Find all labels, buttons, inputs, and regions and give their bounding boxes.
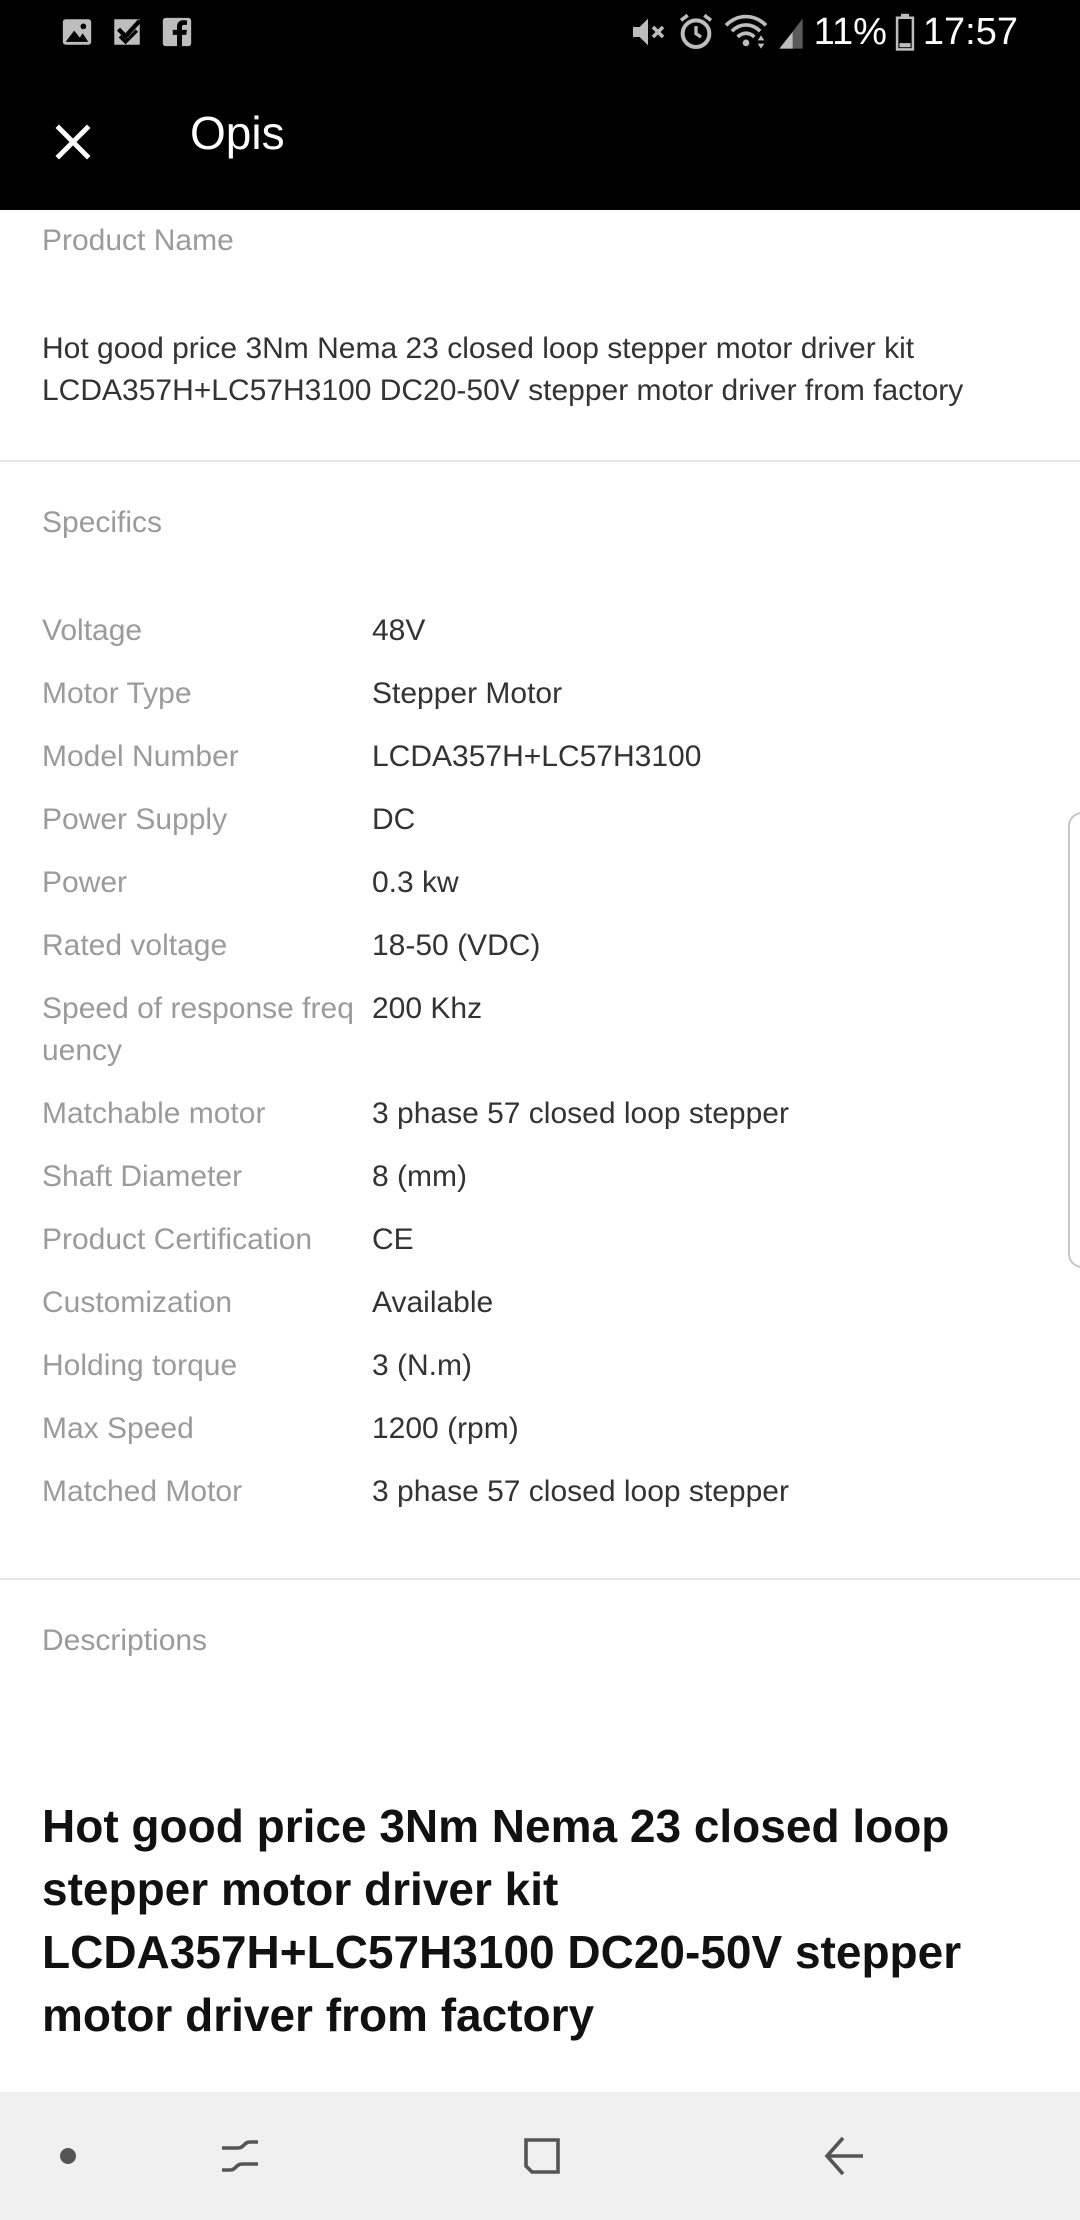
spec-value: Available bbox=[372, 1286, 494, 1319]
spec-value: 48V bbox=[372, 614, 426, 647]
system-icons: 11% 17:57 bbox=[628, 10, 1018, 54]
page-title: Opis bbox=[190, 107, 285, 159]
description-content[interactable]: Product Name Hot good price 3Nm Nema 23 … bbox=[0, 210, 1080, 2092]
close-icon[interactable] bbox=[52, 121, 94, 163]
spec-value: 200 Khz bbox=[372, 992, 483, 1025]
wifi-icon bbox=[724, 14, 767, 49]
spec-row-model-number: Model Number LCDA357H+LC57H3100 bbox=[42, 736, 1042, 799]
spec-key: Power bbox=[42, 866, 128, 899]
edge-panel-handle[interactable] bbox=[1068, 812, 1080, 1268]
product-name: Hot good price 3Nm Nema 23 closed loop s… bbox=[42, 332, 964, 407]
spec-row-matched-motor: Matched Motor 3 phase 57 closed loop ste… bbox=[42, 1471, 1042, 1534]
spec-value: 0.3 kw bbox=[372, 866, 459, 899]
spec-row-voltage: Voltage 48V bbox=[42, 610, 1042, 673]
back-button[interactable] bbox=[815, 2126, 875, 2186]
close-button[interactable] bbox=[40, 109, 106, 175]
navigation-bar bbox=[0, 2092, 1080, 2220]
spec-value: Stepper Motor bbox=[372, 677, 563, 710]
description-heading: Hot good price 3Nm Nema 23 closed loop s… bbox=[42, 1800, 962, 2041]
clock: 17:57 bbox=[922, 10, 1018, 53]
spec-value: LCDA357H+LC57H3100 bbox=[372, 740, 702, 773]
spec-key: Shaft Diameter bbox=[42, 1160, 243, 1193]
alarm-icon bbox=[679, 13, 712, 50]
spec-key: Model Number bbox=[42, 740, 239, 773]
spec-row-max-speed: Max Speed 1200 (rpm) bbox=[42, 1408, 1042, 1471]
nav-dot-button[interactable] bbox=[38, 2126, 98, 2186]
mute-icon bbox=[632, 18, 664, 46]
spec-key: Max Speed bbox=[42, 1412, 194, 1445]
spec-row-customization: Customization Available bbox=[42, 1282, 1042, 1345]
battery-icon bbox=[895, 13, 915, 51]
spec-value: 3 (N.m) bbox=[372, 1349, 472, 1382]
facebook-icon bbox=[162, 17, 192, 47]
descriptions-label: Descriptions bbox=[42, 1624, 208, 1657]
spec-key: Rated voltage bbox=[42, 929, 228, 962]
dot-icon[interactable] bbox=[58, 2146, 78, 2166]
spec-row-certification: Product Certification CE bbox=[42, 1219, 1042, 1282]
inbox-check-icon bbox=[114, 19, 142, 45]
spec-key: Voltage bbox=[42, 614, 143, 647]
signal-icon bbox=[778, 18, 803, 49]
spec-value: 3 phase 57 closed loop stepper bbox=[372, 1475, 789, 1508]
product-name-label: Product Name bbox=[42, 224, 234, 257]
spec-row-shaft-diameter: Shaft Diameter 8 (mm) bbox=[42, 1156, 1042, 1219]
spec-row-power-supply: Power Supply DC bbox=[42, 799, 1042, 862]
spec-value: CE bbox=[372, 1223, 414, 1256]
spec-row-motor-type: Motor Type Stepper Motor bbox=[42, 673, 1042, 736]
spec-key: Power Supply bbox=[42, 803, 228, 836]
spec-key: Speed of response freq uency bbox=[42, 992, 354, 1067]
spec-key: Matchable motor bbox=[42, 1097, 266, 1130]
spec-key: Matched Motor bbox=[42, 1475, 243, 1508]
spec-row-response-frequency: Speed of response freq uency 200 Khz bbox=[42, 988, 1042, 1093]
recents-button[interactable] bbox=[210, 2126, 270, 2186]
notification-icons bbox=[60, 14, 194, 50]
spec-row-matchable-motor: Matchable motor 3 phase 57 closed loop s… bbox=[42, 1093, 1042, 1156]
spec-value: 3 phase 57 closed loop stepper bbox=[372, 1097, 789, 1130]
spec-key: Motor Type bbox=[42, 677, 192, 710]
specifics-label: Specifics bbox=[42, 506, 163, 539]
app-bar: Opis bbox=[0, 64, 1080, 210]
spec-key: Holding torque bbox=[42, 1349, 238, 1382]
spec-key: Product Certification bbox=[42, 1223, 313, 1256]
home-icon[interactable] bbox=[518, 2132, 566, 2180]
spec-value: DC bbox=[372, 803, 416, 836]
battery-percent: 11% bbox=[813, 10, 887, 53]
spec-value: 1200 (rpm) bbox=[372, 1412, 519, 1445]
divider bbox=[0, 460, 1080, 462]
divider bbox=[0, 1578, 1080, 1580]
recents-icon[interactable] bbox=[216, 2132, 264, 2180]
spec-key: Customization bbox=[42, 1286, 233, 1319]
spec-row-rated-voltage: Rated voltage 18-50 (VDC) bbox=[42, 925, 1042, 988]
back-icon[interactable] bbox=[821, 2132, 869, 2180]
spec-value: 8 (mm) bbox=[372, 1160, 467, 1193]
spec-row-power: Power 0.3 kw bbox=[42, 862, 1042, 925]
gallery-icon bbox=[62, 19, 92, 45]
status-bar: 11% 17:57 bbox=[0, 0, 1080, 64]
home-button[interactable] bbox=[512, 2126, 572, 2186]
spec-value: 18-50 (VDC) bbox=[372, 929, 541, 962]
spec-row-holding-torque: Holding torque 3 (N.m) bbox=[42, 1345, 1042, 1408]
